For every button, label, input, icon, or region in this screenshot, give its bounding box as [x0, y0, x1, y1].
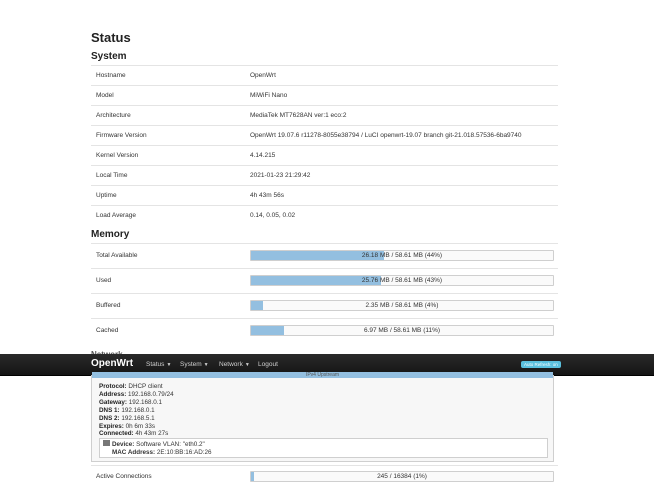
progress-text: 25.76 MB / 58.61 MB (43%): [361, 277, 443, 284]
nav-label: Network: [219, 361, 243, 368]
memory-buffered-progress-bar: 2.35 MB / 58.61 MB (4%): [250, 300, 554, 311]
device-details: Device: Software VLAN: "eth0.2" MAC Addr…: [103, 440, 212, 457]
brand-logo[interactable]: OpenWrt: [91, 358, 133, 369]
nav-label: System: [180, 361, 202, 368]
table-row: Model MiWiFi Nano: [91, 85, 558, 105]
nav-system-menu[interactable]: System ▼: [180, 361, 209, 368]
detail-line: Gateway: 192.168.0.1: [99, 398, 163, 406]
table-row: Used 25.76 MB / 58.61 MB (43%): [91, 268, 558, 293]
table-row: Local Time 2021-01-23 21:29:42: [91, 165, 558, 185]
ipv4-upstream-box: IPv4 Upstream Protocol: DHCP client Addr…: [91, 372, 554, 462]
row-value: 4.14.215: [250, 152, 276, 159]
detail-line: Expires: 0h 6m 33s: [99, 422, 156, 430]
memory-cached-progress-bar: 6.97 MB / 58.61 MB (11%): [250, 325, 554, 336]
mac-line: MAC Address: 2E:10:BB:16:AD:26: [112, 448, 212, 456]
row-value: 0.14, 0.05, 0.02: [250, 212, 296, 219]
caret-down-icon: ▼: [244, 362, 250, 368]
detail-line: DNS 1: 192.168.0.1: [99, 406, 155, 414]
page-title: Status: [91, 30, 131, 45]
row-value: MediaTek MT7628AN ver:1 eco:2: [250, 112, 347, 119]
row-label: Used: [96, 277, 112, 284]
memory-used-progress-bar: 25.76 MB / 58.61 MB (43%): [250, 275, 554, 286]
detail-line: DNS 2: 192.168.5.1: [99, 414, 155, 422]
progress-text: 26.18 MB / 58.61 MB (44%): [361, 252, 443, 259]
memory-section-title: Memory: [91, 229, 130, 240]
ethernet-port-icon: [103, 440, 110, 447]
table-row: Kernel Version 4.14.215: [91, 145, 558, 165]
row-value: 2021-01-23 21:29:42: [250, 172, 311, 179]
row-value: MiWiFi Nano: [250, 92, 288, 99]
caret-down-icon: ▼: [203, 362, 209, 368]
detail-line: Protocol: DHCP client: [99, 383, 163, 390]
detail-line: Address: 192.168.0.79/24: [99, 390, 174, 398]
nav-network-menu[interactable]: Network ▼: [219, 361, 250, 368]
caret-down-icon: ▼: [166, 362, 172, 368]
nav-status-menu[interactable]: Status ▼: [146, 361, 171, 368]
row-label: Hostname: [96, 72, 126, 79]
row-label: Load Average: [96, 212, 136, 219]
progress-text: 2.35 MB / 58.61 MB (4%): [365, 302, 439, 309]
table-row: Load Average 0.14, 0.05, 0.02: [91, 205, 558, 225]
progress-text: 245 / 16384 (1%): [377, 473, 427, 480]
table-row: Total Available 26.18 MB / 58.61 MB (44%…: [91, 243, 558, 268]
device-line: Device: Software VLAN: "eth0.2": [103, 440, 212, 449]
row-label: Model: [96, 92, 114, 99]
nav-logout-link[interactable]: Logout: [258, 361, 278, 368]
system-table: Hostname OpenWrt Model MiWiFi Nano Archite…: [91, 65, 558, 225]
table-row: Uptime 4h 43m 56s: [91, 185, 558, 205]
row-value: 4h 43m 56s: [250, 192, 284, 199]
row-value: OpenWrt 19.07.6 r11278-8055e38794 / LuCI…: [250, 132, 522, 139]
table-row: Cached 6.97 MB / 58.61 MB (11%): [91, 318, 558, 343]
memory-total-progress-bar: 26.18 MB / 58.61 MB (44%): [250, 250, 554, 261]
row-label: Architecture: [96, 112, 131, 119]
memory-table: Total Available 26.18 MB / 58.61 MB (44%…: [91, 243, 558, 343]
system-section-title: System: [91, 51, 127, 62]
table-row: Hostname OpenWrt: [91, 65, 558, 85]
row-label: Local Time: [96, 172, 128, 179]
row-value: OpenWrt: [250, 72, 276, 79]
active-connections-row: Active Connections 245 / 16384 (1%): [91, 465, 558, 488]
progress-text: 6.97 MB / 58.61 MB (11%): [363, 327, 441, 334]
row-label: Kernel Version: [96, 152, 139, 159]
active-connections-progress-bar: 245 / 16384 (1%): [250, 471, 554, 482]
device-box: Device: Software VLAN: "eth0.2" MAC Addr…: [99, 438, 548, 458]
row-label: Uptime: [96, 192, 117, 199]
row-label: Cached: [96, 327, 119, 334]
row-label: Firmware Version: [96, 132, 147, 139]
table-row: Architecture MediaTek MT7628AN ver:1 eco:…: [91, 105, 558, 125]
row-label: Active Connections: [96, 473, 152, 480]
ipv4-upstream-title: IPv4 Upstream: [92, 372, 553, 378]
upstream-details: Protocol: DHCP client Address: 192.168.0…: [99, 383, 174, 438]
row-label: Buffered: [96, 302, 121, 309]
row-label: Total Available: [96, 252, 138, 259]
table-row: Firmware Version OpenWrt 19.07.6 r11278-8…: [91, 125, 558, 145]
table-row: Buffered 2.35 MB / 58.61 MB (4%): [91, 293, 558, 318]
nav-label: Status: [146, 361, 165, 368]
auto-refresh-toggle[interactable]: Auto Refresh: on: [521, 361, 561, 368]
